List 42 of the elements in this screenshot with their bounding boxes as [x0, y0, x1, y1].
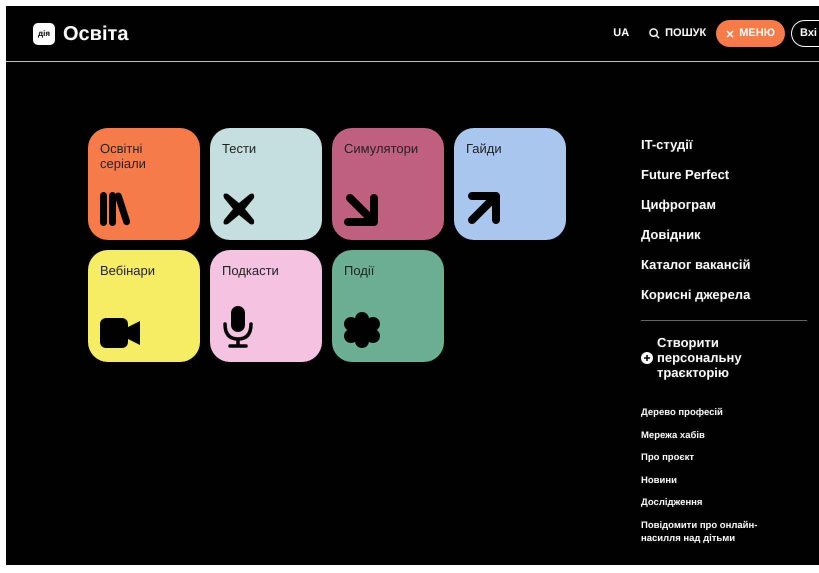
- search-icon: [649, 28, 660, 39]
- secondary-link[interactable]: Дерево професій: [641, 406, 783, 419]
- tile-label: Гайди: [466, 141, 503, 156]
- menu-link[interactable]: IT-студії: [641, 128, 693, 158]
- category-tile[interactable]: Тести: [210, 128, 322, 240]
- menu-link[interactable]: Довідник: [641, 218, 701, 248]
- flower-icon: [344, 312, 380, 348]
- tile-label: Симулятори: [344, 141, 420, 156]
- plus-circle-icon: [641, 352, 653, 364]
- secondary-link[interactable]: Дослідження: [641, 496, 783, 509]
- category-tile[interactable]: Освітні серіали: [88, 128, 200, 240]
- tile-label: Події: [344, 263, 376, 278]
- create-trajectory-link[interactable]: Створити персональну траєкторію: [641, 335, 757, 380]
- menu-link[interactable]: Future Perfect: [641, 158, 730, 188]
- arrow-up-right-icon: [466, 192, 500, 226]
- secondary-link[interactable]: Новини: [641, 474, 783, 486]
- close-icon: [726, 30, 734, 38]
- logo-badge[interactable]: дія: [33, 22, 55, 44]
- tile-label: Освітні серіали: [100, 141, 147, 171]
- category-tile[interactable]: Подкасти: [210, 250, 322, 362]
- secondary-link[interactable]: Про проєкт: [641, 451, 783, 464]
- category-tile[interactable]: Гайди: [454, 128, 566, 240]
- menu-link[interactable]: Цифрограм: [641, 188, 716, 218]
- language-switch[interactable]: UA: [613, 25, 630, 42]
- cross-icon: [222, 192, 256, 226]
- menu-link[interactable]: Корисні джерела: [641, 278, 750, 308]
- menu-link[interactable]: Каталог вакансій: [641, 248, 750, 278]
- category-tile[interactable]: Вебінари: [88, 250, 200, 362]
- tile-label: Тести: [222, 141, 258, 156]
- books-icon: [100, 192, 130, 226]
- logo-text[interactable]: Освіта: [63, 18, 128, 48]
- video-camera-icon: [100, 318, 140, 348]
- category-tile[interactable]: Події: [332, 250, 444, 362]
- secondary-link[interactable]: Мережа хабів: [641, 428, 783, 442]
- login-button[interactable]: Вхі: [791, 20, 819, 47]
- secondary-link[interactable]: Повідомити про онлайн-насилля над дітьми: [641, 518, 783, 544]
- tile-label: Подкасти: [222, 263, 280, 278]
- microphone-icon: [222, 306, 254, 348]
- search-button[interactable]: ПОШУК: [649, 25, 706, 42]
- arrow-down-right-icon: [344, 192, 378, 226]
- category-tile[interactable]: Симулятори: [332, 128, 444, 240]
- tile-label: Вебінари: [100, 263, 156, 278]
